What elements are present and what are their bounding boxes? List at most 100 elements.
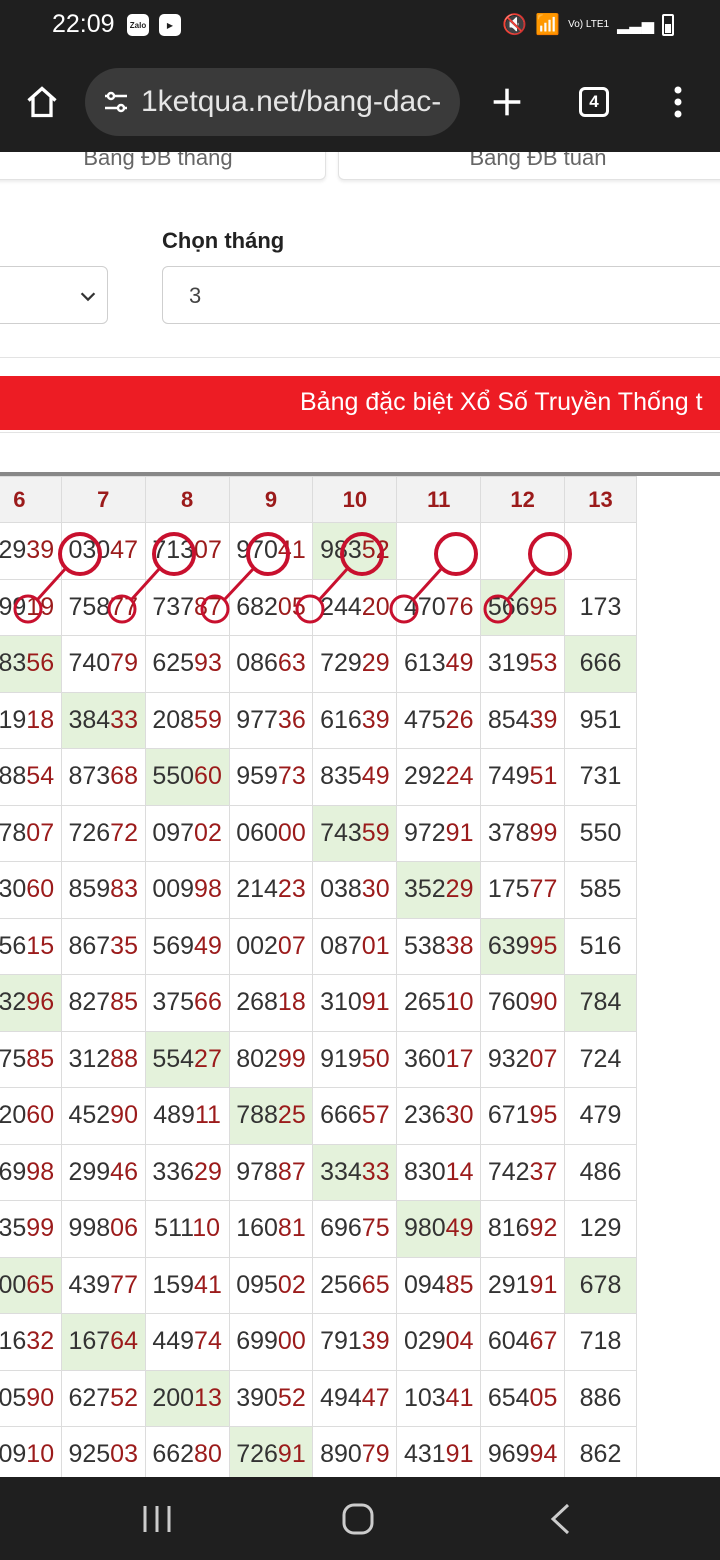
result-cell: 75877 — [60, 578, 146, 636]
last-two-digits: 64 — [110, 1327, 138, 1356]
result-cell: 718 — [564, 1313, 637, 1371]
address-bar[interactable]: 1ketqua.net/bang-dac- — [85, 68, 460, 136]
result-cell: 74237 — [480, 1143, 566, 1201]
column-header-day: 7 — [60, 476, 146, 523]
result-cell: 29191 — [480, 1256, 566, 1314]
site-settings-icon[interactable] — [103, 90, 129, 114]
result-cell: 81692 — [480, 1200, 566, 1258]
weekly-board-card[interactable]: Bảng ĐB tuần — [338, 152, 720, 180]
last-two-digits: 07 — [277, 931, 306, 960]
result-cell: 33433 — [312, 1143, 398, 1201]
result-cell: 69675 — [312, 1200, 398, 1258]
result-cell: 31091 — [312, 974, 398, 1032]
last-two-digits: 41 — [445, 1383, 474, 1412]
result-cell: 85439 — [480, 691, 566, 749]
result-cell: 55060 — [144, 748, 230, 806]
result-cell: 10341 — [396, 1369, 482, 1427]
result-cell: 98352 — [312, 522, 398, 580]
table-row: 839919758777378768205244204707656695173 — [0, 578, 637, 636]
last-two-digits: 98 — [194, 875, 222, 904]
menu-button[interactable] — [650, 74, 706, 130]
result-cell: 91950 — [312, 1030, 398, 1088]
result-cell: 63995 — [480, 917, 566, 975]
result-cell: 96994 — [480, 1426, 566, 1477]
result-cell: 23630 — [396, 1087, 482, 1145]
back-icon — [550, 1503, 570, 1535]
result-cell: 71307 — [144, 522, 230, 580]
last-two-digits: 91 — [445, 818, 474, 847]
column-header-day: 12 — [480, 476, 566, 523]
result-cell: 98049 — [396, 1200, 482, 1258]
status-bar: 22:09 Zalo ▶ 🔇 📶 Vo) LTE1 ▂▃▅ — [0, 0, 720, 52]
result-cell: 68205 — [228, 578, 314, 636]
card-label: Bảng ĐB tháng — [83, 152, 233, 170]
last-two-digits: 10 — [445, 988, 474, 1017]
result-cell: 173 — [564, 578, 637, 636]
home-circle-icon — [342, 1503, 374, 1535]
table-row: 30065439771594109502256650948529191678 — [0, 1256, 637, 1314]
result-cell: 09702 — [144, 804, 230, 862]
last-two-digits: 91 — [529, 1270, 558, 1299]
last-two-digits: 05 — [277, 592, 306, 621]
table-row: 778356740796259308663729296134931953666 — [0, 635, 637, 693]
tab-count: 4 — [579, 87, 609, 117]
result-cell: 80299 — [228, 1030, 314, 1088]
result-cell: 61639 — [312, 691, 398, 749]
result-cell: 44974 — [144, 1313, 230, 1371]
result-cell: 16764 — [60, 1313, 146, 1371]
month-value: 3 — [189, 283, 202, 308]
result-cell: 73599 — [0, 1200, 62, 1258]
result-cell: 56949 — [144, 917, 230, 975]
result-cell: 47076 — [396, 578, 482, 636]
result-cell: 72691 — [228, 1426, 314, 1477]
result-cell: 20859 — [144, 691, 230, 749]
result-cell: 02904 — [396, 1313, 482, 1371]
last-two-digits: 17 — [445, 1044, 474, 1073]
table-row: 641632167644497469900791390290460467718 — [0, 1313, 637, 1371]
url-text: 1ketqua.net/bang-dac- — [141, 85, 442, 118]
last-two-digits: 99 — [26, 1214, 55, 1243]
result-cell: 95973 — [228, 748, 314, 806]
zalo-icon: Zalo — [127, 14, 149, 36]
new-tab-button[interactable] — [479, 74, 535, 130]
year-select[interactable] — [0, 266, 108, 324]
table-row: 687807726720970206000743599729137899550 — [0, 804, 637, 862]
home-nav-button[interactable] — [328, 1495, 388, 1543]
result-cell: 585 — [564, 861, 637, 919]
result-cell: 41632 — [0, 1313, 62, 1371]
last-two-digits: 96 — [26, 988, 55, 1017]
recent-apps-button[interactable] — [127, 1495, 187, 1543]
result-cell: 17577 — [480, 861, 566, 919]
browser-toolbar: 1ketqua.net/bang-dac- 4 — [0, 52, 720, 152]
last-two-digits: 05 — [529, 1383, 558, 1412]
last-two-digits: 36 — [277, 705, 306, 734]
last-two-digits: 65 — [26, 1270, 55, 1299]
last-two-digits: 14 — [445, 1157, 474, 1186]
monthly-board-card[interactable]: Bảng ĐB tháng — [0, 152, 326, 180]
last-two-digits: 10 — [192, 1214, 220, 1243]
result-cell: 21423 — [228, 861, 314, 919]
last-two-digits: 32 — [26, 1327, 55, 1356]
month-select[interactable]: 3 — [162, 266, 720, 324]
last-two-digits: 30 — [445, 1101, 474, 1130]
last-two-digits: 33 — [110, 705, 138, 734]
home-button[interactable] — [14, 74, 70, 130]
result-cell: 35229 — [396, 861, 482, 919]
result-cell: 60467 — [480, 1313, 566, 1371]
result-cell: 39919 — [0, 578, 62, 636]
result-cell: 06000 — [228, 804, 314, 862]
result-cell: 516 — [564, 917, 637, 975]
more-vert-icon — [674, 86, 682, 118]
result-cell: 45290 — [60, 1087, 146, 1145]
back-button[interactable] — [530, 1495, 590, 1543]
result-cell: 886 — [564, 1369, 637, 1427]
result-cell: 82785 — [60, 974, 146, 1032]
last-two-digits: 18 — [277, 988, 306, 1017]
results-table-container[interactable]: 678910111213 232939030477130797041983528… — [0, 472, 720, 1477]
result-cell: 76090 — [480, 974, 566, 1032]
result-cell: 56695 — [480, 578, 566, 636]
result-cell — [480, 522, 566, 580]
last-two-digits: 49 — [194, 931, 222, 960]
last-two-digits: 95 — [529, 592, 558, 621]
tab-switcher-button[interactable]: 4 — [566, 74, 622, 130]
